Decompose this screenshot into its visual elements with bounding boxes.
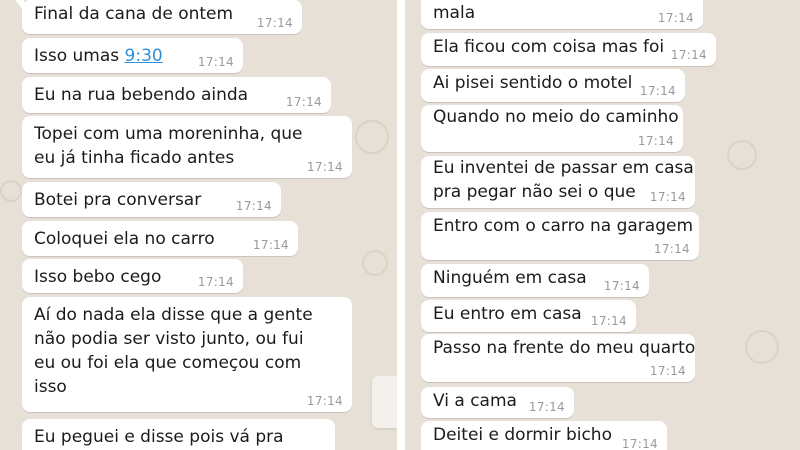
message-text: Topei com uma moreninha, que eu já tinha…: [34, 124, 303, 168]
message-bubble[interactable]: Coloquei ela no carro 17:14: [22, 221, 298, 256]
message-time: 17:14: [306, 160, 343, 174]
message-bubble[interactable]: Topei com uma moreninha, que eu já tinha…: [22, 116, 352, 178]
message-bubble[interactable]: Ninguém em casa 17:14: [421, 264, 649, 297]
message-text: Ai pisei sentido o motel: [433, 73, 633, 93]
message-text: Eu na rua bebendo ainda: [34, 85, 249, 105]
wallpaper-doodle-icon: [355, 120, 389, 154]
message-time: 17:14: [197, 55, 234, 69]
message-bubble[interactable]: Isso bebo cego 17:14: [22, 259, 243, 293]
message-text: mala: [433, 3, 476, 23]
message-text: Entro com o carro na garagem: [433, 216, 694, 236]
message-bubble[interactable]: Deitei e dormir bicho 17:14: [421, 421, 667, 450]
message-text: Ela ficou com coisa mas foi: [433, 37, 665, 57]
message-time: 17:14: [603, 279, 640, 293]
message-text: Botei pra conversar: [34, 190, 202, 210]
wallpaper-doodle-icon: [362, 250, 388, 276]
message-time: 17:14: [306, 394, 343, 408]
message-text: Passo na frente do meu quarto: [433, 338, 696, 358]
wallpaper-doodle-icon: [745, 330, 779, 364]
message-bubble[interactable]: Isso umas 9:30 17:14: [22, 38, 243, 73]
message-time: 17:14: [653, 242, 690, 256]
message-bubble[interactable]: Eu entro em casa 17:14: [421, 300, 636, 332]
message-time: 17:14: [235, 199, 272, 213]
message-time: 17:14: [639, 84, 676, 98]
message-bubble[interactable]: Entro com o carro na garagem 17:14: [421, 212, 699, 260]
message-time: 17:14: [285, 95, 322, 109]
message-text: Eu peguei e disse pois vá pra: [34, 427, 284, 447]
message-text-part: Isso umas: [34, 46, 125, 66]
wallpaper-doodle-icon: [727, 140, 757, 170]
message-text: Coloquei ela no carro: [34, 229, 215, 249]
message-bubble[interactable]: Eu na rua bebendo ainda 17:14: [22, 77, 331, 113]
message-text: Deitei e dormir bicho: [433, 425, 612, 445]
message-bubble[interactable]: Quando no meio do caminho 17:14: [421, 105, 683, 152]
message-text: Vi a cama: [433, 391, 517, 411]
message-text: Isso bebo cego: [34, 267, 162, 287]
message-time: 17:14: [252, 238, 289, 252]
wallpaper-doodle-icon: [0, 180, 22, 202]
message-time: 17:14: [649, 190, 686, 204]
scroll-down-button[interactable]: [372, 376, 397, 428]
message-time: 17:14: [590, 314, 627, 328]
message-bubble[interactable]: Aí do nada ela disse que a gente não pod…: [22, 297, 352, 412]
message-text: Eu entro em casa: [433, 304, 582, 324]
message-bubble[interactable]: Ela ficou com coisa mas foi 17:14: [421, 33, 716, 66]
message-time: 17:14: [657, 11, 694, 25]
message-bubble[interactable]: Eu peguei e disse pois vá pra: [22, 419, 335, 450]
message-time: 17:14: [621, 437, 658, 450]
message-time: 17:14: [197, 275, 234, 289]
message-bubble[interactable]: mala 17:14: [421, 0, 703, 29]
left-chat-panel: Final da cana de ontem 17:14 Isso umas 9…: [0, 0, 397, 450]
message-text: Quando no meio do caminho: [433, 107, 679, 127]
message-bubble[interactable]: Botei pra conversar 17:14: [22, 182, 281, 217]
message-time: 17:14: [528, 400, 565, 414]
message-text: Ninguém em casa: [433, 268, 587, 288]
panel-divider: [397, 0, 405, 450]
message-bubble[interactable]: Ai pisei sentido o motel 17:14: [421, 69, 685, 102]
message-bubble[interactable]: Passo na frente do meu quarto 17:14: [421, 334, 695, 382]
message-text: Aí do nada ela disse que a gente não pod…: [34, 305, 313, 397]
time-link[interactable]: 9:30: [125, 46, 163, 66]
message-text: Final da cana de ontem: [34, 4, 234, 24]
message-text: Isso umas 9:30: [34, 44, 163, 68]
right-chat-panel: mala 17:14 Ela ficou com coisa mas foi 1…: [405, 0, 800, 450]
message-bubble[interactable]: Eu inventei de passar em casa pra pegar …: [421, 156, 695, 208]
message-time: 17:14: [637, 134, 674, 148]
message-time: 17:14: [649, 364, 686, 378]
message-bubble[interactable]: Vi a cama 17:14: [421, 387, 574, 418]
message-time: 17:14: [256, 16, 293, 30]
message-time: 17:14: [670, 48, 707, 62]
message-bubble[interactable]: Final da cana de ontem 17:14: [15, 0, 302, 34]
